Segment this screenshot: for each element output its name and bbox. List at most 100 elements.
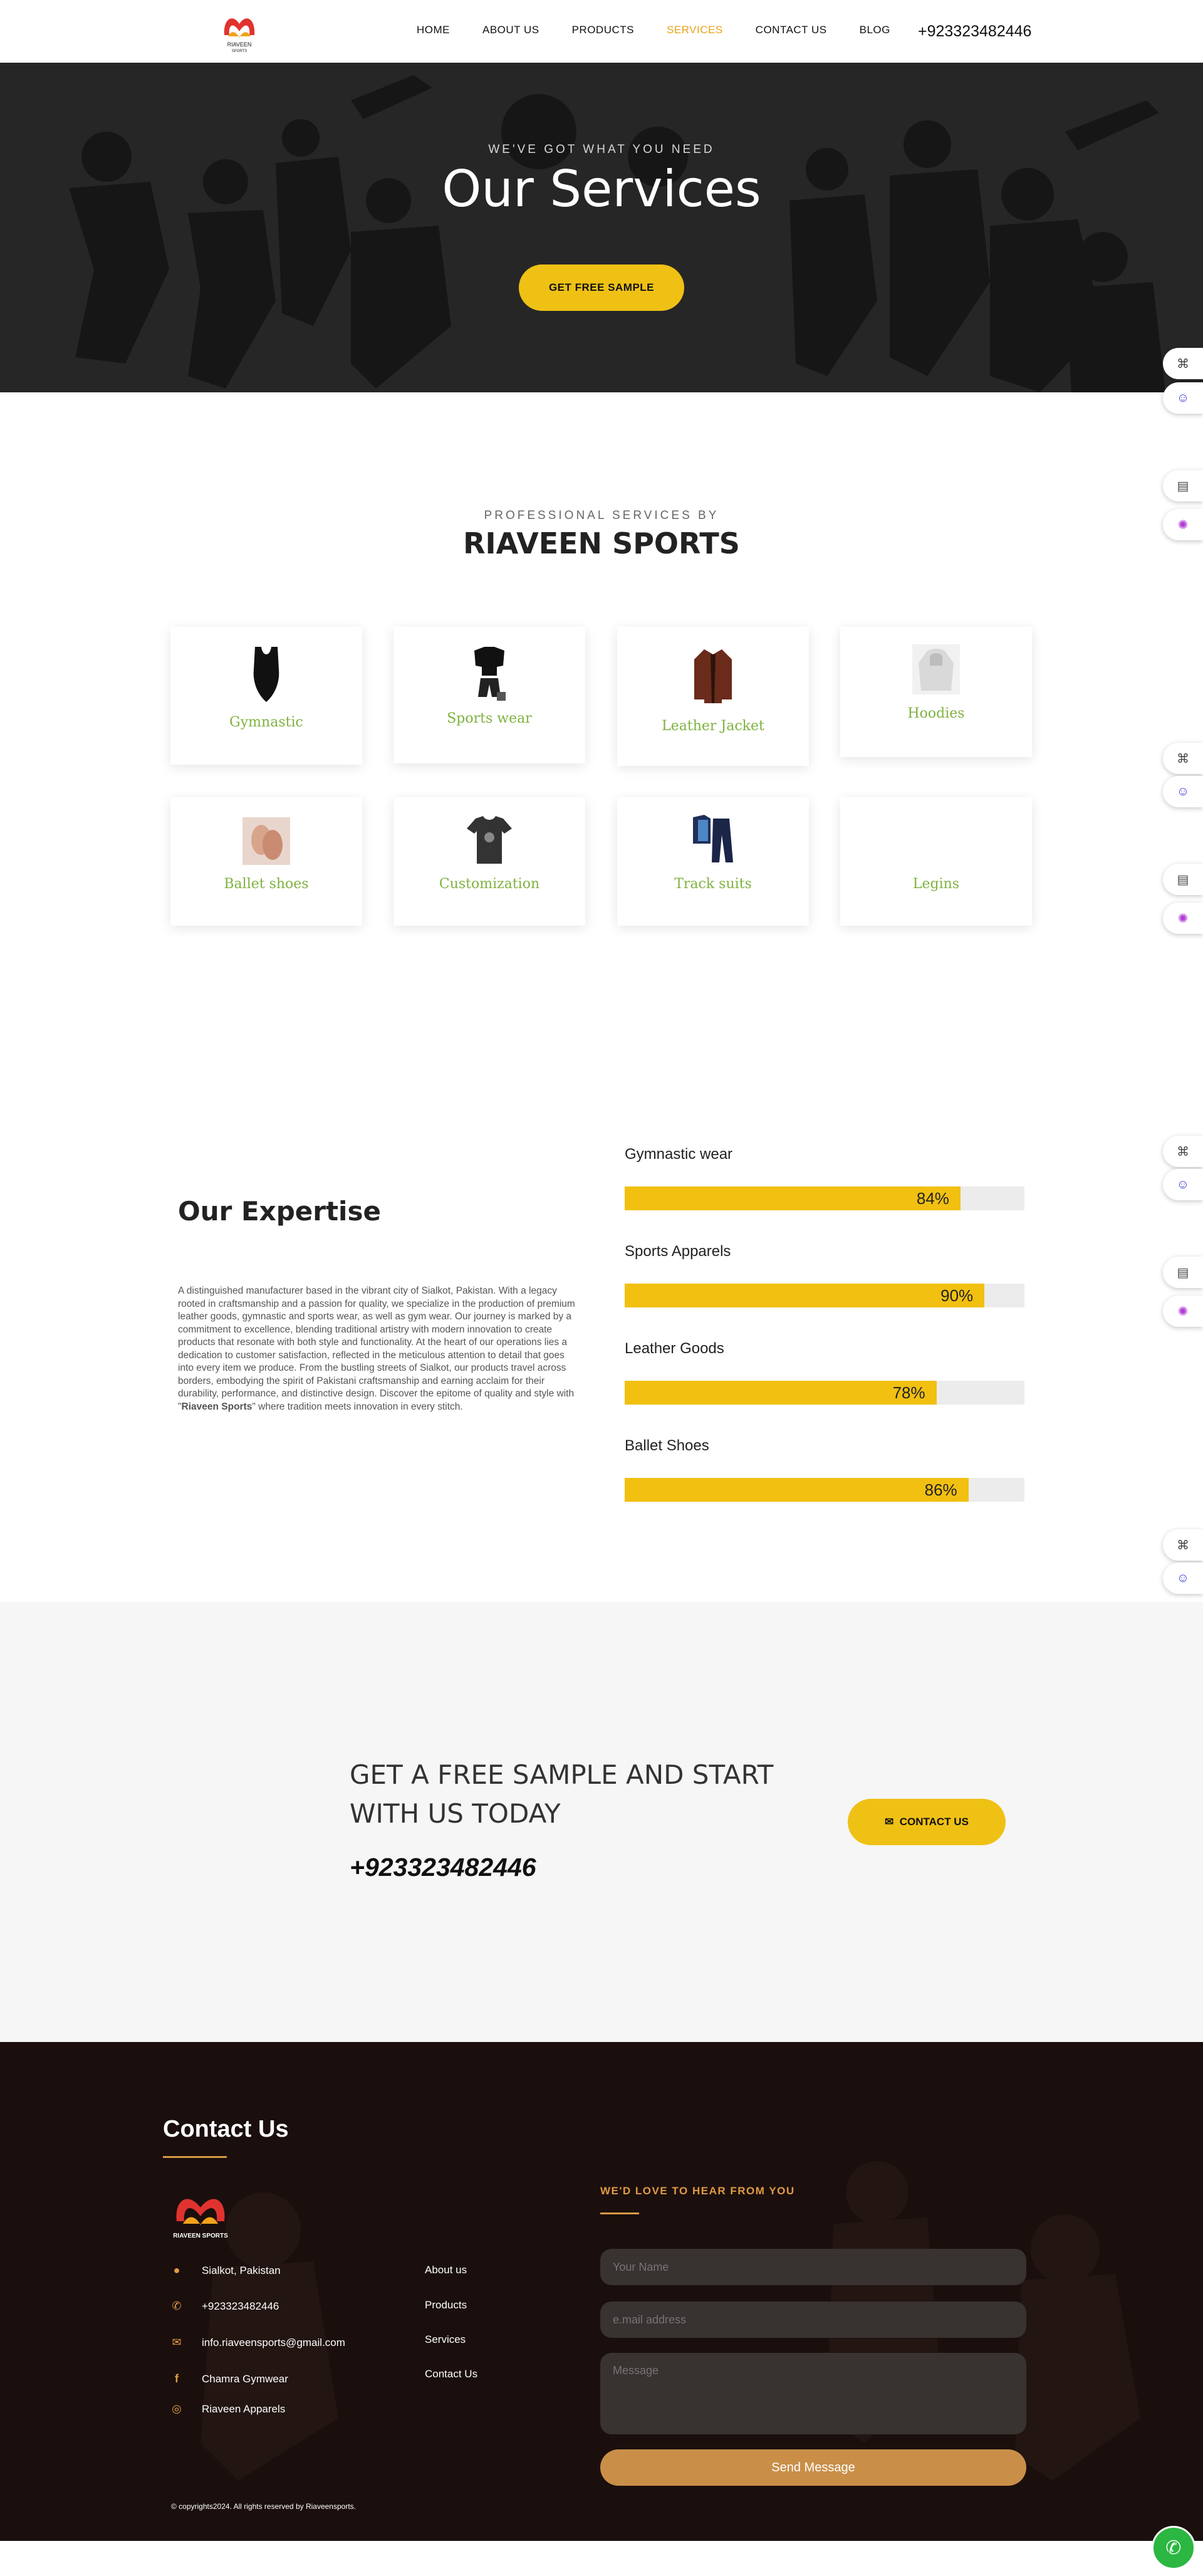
brain-icon[interactable]: ✺ — [1163, 1296, 1203, 1327]
contact-us-button[interactable]: ✉ CONTACT US — [848, 1799, 1006, 1845]
expertise-title: Our Expertise — [178, 1196, 381, 1227]
copyright-text: © copyrights2024. All rights reserved by… — [171, 2502, 356, 2511]
cta-phone[interactable]: +923323482446 — [350, 1853, 536, 1882]
email-input[interactable] — [600, 2301, 1026, 2338]
contact-form-kicker: WE'D LOVE TO HEAR FROM YOU — [600, 2185, 795, 2197]
nav-home[interactable]: HOME — [417, 24, 450, 36]
skill-bar-track: 86% — [625, 1478, 1024, 1502]
footer-contact-text: Sialkot, Pakistan — [202, 2264, 281, 2276]
skill-bar-value: 86% — [924, 1480, 957, 1499]
skill-bar-fill: 78% — [625, 1381, 937, 1405]
footer-contact-text: +923323482446 — [202, 2300, 279, 2312]
footer-link-contact-us[interactable]: Contact Us — [425, 2368, 477, 2380]
cta-section: GET A FREE SAMPLE AND START WITH US TODA… — [0, 1602, 1203, 2042]
brand-name-bold: Riaveen Sports — [181, 1401, 253, 1412]
your-name-input[interactable] — [600, 2249, 1026, 2285]
service-card-gymnastic[interactable]: Gymnastic — [170, 627, 362, 765]
instagram-icon: ◎ — [172, 2402, 182, 2415]
services-kicker: PROFESSIONAL SERVICES BY — [484, 509, 719, 522]
footer-contact-facebook[interactable]: f Chamra Gymwear — [169, 2372, 288, 2385]
nav-contact-us[interactable]: CONTACT US — [756, 24, 827, 36]
hero-section: WE'VE GOT WHAT YOU NEED Our Services GET… — [0, 63, 1203, 392]
service-card-label: Sports wear — [447, 711, 532, 726]
service-card-ballet-shoes[interactable]: Ballet shoes — [170, 797, 362, 926]
contact-form-kicker-line — [600, 2212, 639, 2214]
skill-label: Leather Goods — [625, 1340, 724, 1357]
expertise-text-end: " where tradition meets innovation in ev… — [252, 1401, 463, 1412]
command-icon[interactable]: ⌘ — [1163, 743, 1203, 774]
location-pin-icon: ● — [173, 2264, 180, 2276]
skill-label: Gymnastic wear — [625, 1146, 733, 1163]
envelope-icon: ✉ — [172, 2336, 182, 2348]
skill-bar-track: 90% — [625, 1284, 1024, 1307]
envelope-icon: ✉ — [885, 1816, 894, 1828]
ballet-shoes-icon — [242, 817, 290, 865]
skill-bar-value: 84% — [916, 1189, 949, 1208]
book-icon[interactable]: ▤ — [1163, 470, 1203, 501]
command-icon[interactable]: ⌘ — [1163, 1529, 1203, 1561]
tracksuit-icon — [693, 815, 733, 862]
command-icon[interactable]: ⌘ — [1163, 348, 1203, 379]
expertise-text: A distinguished manufacturer based in th… — [178, 1285, 575, 1412]
skill-bar-fill: 90% — [625, 1284, 985, 1307]
svg-text:RIAVEEN: RIAVEEN — [227, 41, 252, 48]
book-icon[interactable]: ▤ — [1163, 864, 1203, 895]
send-message-button[interactable]: Send Message — [600, 2449, 1026, 2486]
footer-logo-text: RIAVEEN SPORTS — [173, 2233, 228, 2239]
nav-services[interactable]: SERVICES — [667, 24, 723, 36]
hero-kicker: WE'VE GOT WHAT YOU NEED — [488, 143, 715, 156]
main-nav: HOME ABOUT US PRODUCTS SERVICES CONTACT … — [417, 24, 923, 36]
leotard-icon — [253, 647, 279, 702]
site-footer: Contact Us RIAVEEN SPORTS ● Sialkot, Pak… — [0, 2042, 1203, 2541]
cta-heading-line: WITH US TODAY — [350, 1798, 561, 1829]
footer-title-underline — [163, 2156, 227, 2158]
chatbot-icon[interactable]: ☺ — [1163, 382, 1203, 414]
contact-us-label: CONTACT US — [899, 1816, 969, 1828]
service-card-hoodies[interactable]: Hoodies — [840, 627, 1032, 757]
footer-contact-email[interactable]: ✉ info.riaveensports@gmail.com — [169, 2336, 345, 2349]
nav-products[interactable]: PRODUCTS — [572, 24, 634, 36]
phone-icon: ✆ — [172, 2300, 182, 2312]
chatbot-icon[interactable]: ☺ — [1163, 776, 1203, 807]
book-icon[interactable]: ▤ — [1163, 1257, 1203, 1288]
service-card-label: Track suits — [674, 876, 752, 892]
service-card-leather-jacket[interactable]: Leather Jacket — [617, 627, 809, 766]
service-card-legins[interactable]: Legins — [840, 797, 1032, 926]
brain-icon[interactable]: ✺ — [1163, 903, 1203, 934]
leather-jacket-icon — [694, 649, 732, 703]
footer-contact-instagram[interactable]: ◎ Riaveen Apparels — [169, 2402, 285, 2416]
skill-label: Ballet Shoes — [625, 1437, 709, 1454]
footer-contact-phone[interactable]: ✆ +923323482446 — [169, 2300, 279, 2313]
footer-link-services[interactable]: Services — [425, 2333, 466, 2346]
footer-riaveen-logo[interactable]: RIAVEEN SPORTS — [172, 2185, 229, 2244]
header-phone[interactable]: +923323482446 — [918, 23, 1031, 41]
footer-link-products[interactable]: Products — [425, 2299, 467, 2312]
service-card-sports-wear[interactable]: Sports wear — [393, 627, 585, 763]
footer-contact-location: ● Sialkot, Pakistan — [169, 2264, 281, 2277]
command-icon[interactable]: ⌘ — [1163, 1136, 1203, 1167]
skill-bar-track: 78% — [625, 1381, 1024, 1405]
get-free-sample-button[interactable]: GET FREE SAMPLE — [519, 264, 684, 311]
message-textarea[interactable] — [600, 2353, 1026, 2434]
footer-link-about-us[interactable]: About us — [425, 2264, 467, 2276]
service-card-label: Customization — [439, 876, 540, 892]
riaveen-logo[interactable]: RIAVEEN SPORTS — [219, 8, 259, 55]
service-card-label: Ballet shoes — [224, 876, 309, 892]
service-card-customization[interactable]: Customization — [393, 797, 585, 926]
nav-blog[interactable]: BLOG — [860, 24, 890, 36]
skill-bar-value: 78% — [892, 1383, 925, 1402]
nav-about-us[interactable]: ABOUT US — [482, 24, 539, 36]
athletes-silhouette-image — [69, 75, 1165, 392]
service-card-label: Gymnastic — [229, 715, 303, 730]
skill-bar-fill: 84% — [625, 1186, 961, 1210]
service-card-track-suits[interactable]: Track suits — [617, 797, 809, 926]
facebook-icon: f — [175, 2372, 179, 2385]
chatbot-icon[interactable]: ☺ — [1163, 1169, 1203, 1200]
chatbot-icon[interactable]: ☺ — [1163, 1563, 1203, 1594]
whatsapp-icon[interactable]: ✆ — [1152, 2526, 1195, 2570]
tshirt-icon — [467, 816, 512, 864]
service-card-label: Leather Jacket — [662, 718, 764, 734]
sportswear-icon — [474, 647, 506, 701]
skill-bar-fill: 86% — [625, 1478, 969, 1502]
skill-bar-track: 84% — [625, 1186, 1024, 1210]
